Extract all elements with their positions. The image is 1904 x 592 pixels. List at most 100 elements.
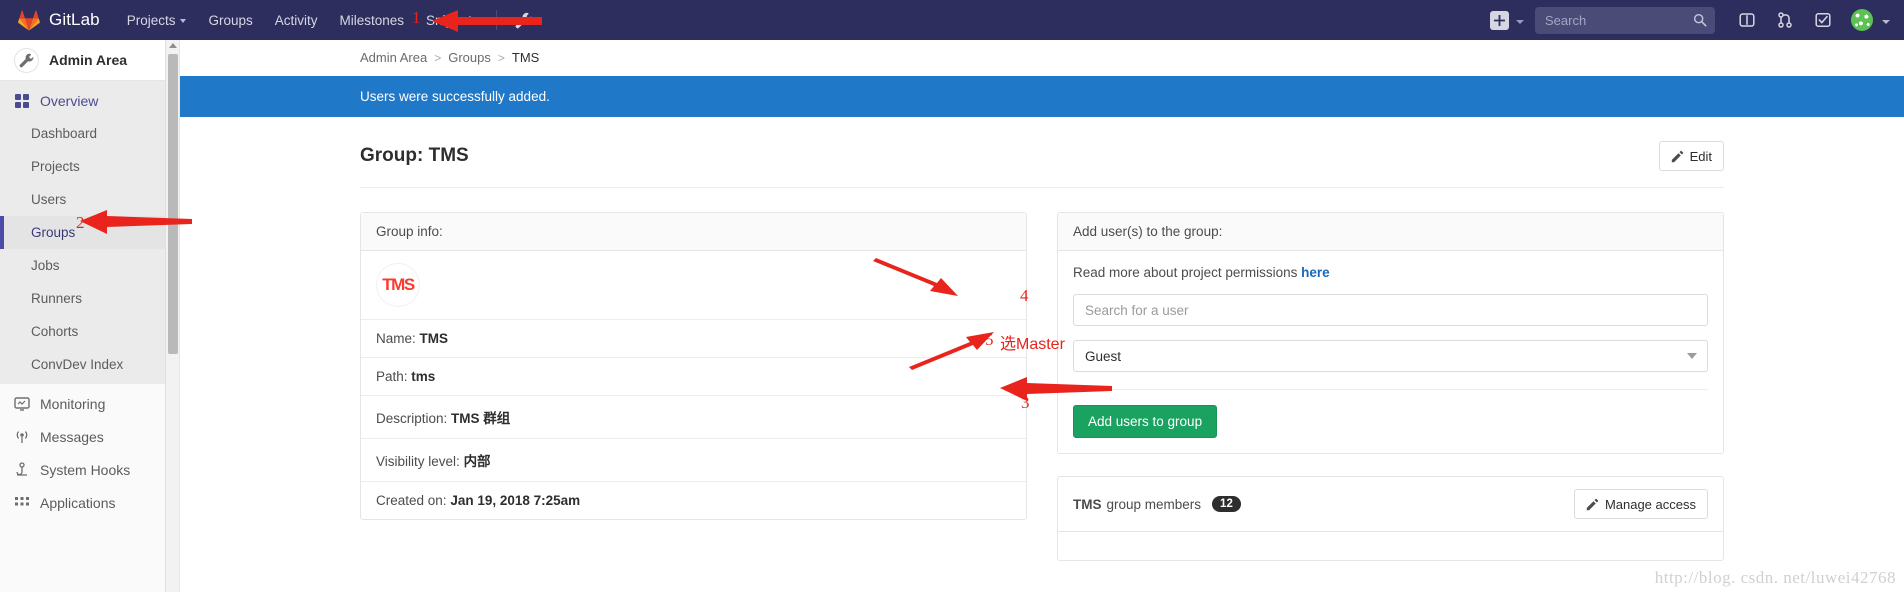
permissions-text: Read more about project permissions: [1073, 265, 1298, 280]
left-column: Group info: TMS Name: TMS Path: tms Desc…: [360, 212, 1027, 583]
breadcrumb-item-admin-area[interactable]: Admin Area: [360, 50, 427, 65]
group-info-label-visibility: Visibility level:: [376, 454, 460, 469]
sidebar-item-jobs[interactable]: Jobs: [0, 249, 179, 282]
nav-divider: [495, 10, 497, 30]
nav-link-snippets[interactable]: Snippets: [415, 0, 490, 40]
nav-link-projects-label: Projects: [126, 12, 176, 28]
merge-requests-icon[interactable]: [1776, 11, 1794, 29]
user-menu-chevron-down-icon[interactable]: [1882, 19, 1890, 24]
user-search-input[interactable]: [1073, 294, 1708, 326]
group-info-row-created: Created on: Jan 19, 2018 7:25am: [361, 482, 1026, 519]
form-divider: [1073, 389, 1708, 390]
group-info-label-name: Name:: [376, 331, 416, 346]
sidebar-lower-group: Monitoring Messages System Hooks Applica…: [0, 384, 179, 519]
annotation-number-3: 3: [1021, 393, 1030, 412]
breadcrumb-separator: >: [434, 50, 442, 65]
sidebar-item-projects[interactable]: Projects: [0, 150, 179, 183]
group-members-count-badge: 12: [1212, 496, 1241, 512]
sidebar-item-groups[interactable]: Groups: [0, 216, 179, 249]
right-column: Add user(s) to the group: Read more abou…: [1057, 212, 1724, 583]
add-users-to-group-button[interactable]: Add users to group: [1073, 405, 1218, 438]
group-members-group-name: TMS: [1073, 496, 1102, 512]
page-title: Group: TMS: [360, 145, 469, 166]
user-avatar[interactable]: [1851, 9, 1873, 31]
group-members-list: [1058, 532, 1723, 560]
group-info-panel: Group info: TMS Name: TMS Path: tms Desc…: [360, 212, 1027, 520]
pencil-icon: [1586, 498, 1599, 510]
brand-text: GitLab: [49, 10, 100, 29]
sidebar-item-messages[interactable]: Messages: [0, 420, 179, 453]
nav-links: Projects Groups Activity Milestones Snip…: [116, 0, 538, 40]
group-info-value-description: TMS 群组: [451, 411, 511, 426]
new-item-button[interactable]: [1490, 10, 1509, 30]
new-item-chevron-down-icon[interactable]: [1516, 19, 1524, 24]
group-info-value-created: Jan 19, 2018 7:25am: [450, 493, 581, 508]
sidebar-item-monitoring[interactable]: Monitoring: [0, 387, 179, 420]
annotation-number-4: 4: [1020, 286, 1029, 305]
sidebar-item-applications-label: Applications: [40, 494, 116, 511]
issues-icon[interactable]: [1738, 11, 1756, 29]
group-avatar-row: TMS: [361, 251, 1026, 320]
group-info-row-name: Name: TMS: [361, 320, 1026, 358]
permissions-link[interactable]: here: [1301, 265, 1330, 280]
search-container: [1535, 6, 1715, 34]
group-avatar: TMS: [376, 263, 420, 307]
sidebar-item-runners[interactable]: Runners: [0, 282, 179, 315]
navbar-right: [1490, 0, 1904, 40]
content-columns: Group info: TMS Name: TMS Path: tms Desc…: [180, 188, 1904, 583]
add-users-body: Read more about project permissions here…: [1058, 251, 1723, 453]
sidebar-item-messages-label: Messages: [40, 428, 104, 445]
access-level-select[interactable]: Guest Reporter Developer Master Owner: [1073, 340, 1708, 372]
gitlab-logo[interactable]: GitLab: [0, 9, 116, 31]
annotation-text-master: 选Master: [1000, 336, 1065, 353]
nav-link-milestones[interactable]: Milestones: [329, 0, 416, 40]
gitlab-fox-icon: [18, 9, 40, 31]
success-alert: Users were successfully added.: [180, 76, 1904, 117]
nav-link-activity[interactable]: Activity: [264, 0, 329, 40]
admin-sidebar: Admin Area Overview Dashboard Projects U…: [0, 40, 180, 592]
main-content: Admin Area > Groups > TMS Users were suc…: [180, 40, 1904, 592]
group-info-row-path: Path: tms: [361, 358, 1026, 396]
sidebar-title: Admin Area: [49, 52, 128, 68]
sidebar-item-dashboard[interactable]: Dashboard: [0, 117, 179, 150]
breadcrumb: Admin Area > Groups > TMS: [180, 40, 1904, 76]
admin-area-button[interactable]: [509, 0, 538, 40]
add-users-panel-title: Add user(s) to the group:: [1058, 213, 1723, 251]
group-members-panel: TMS group members 12 Manage access: [1057, 476, 1724, 561]
success-alert-message: Users were successfully added.: [360, 89, 550, 104]
todos-icon[interactable]: [1814, 11, 1832, 29]
nav-link-groups[interactable]: Groups: [197, 0, 263, 40]
nav-link-projects[interactable]: Projects: [116, 0, 198, 40]
annotation-number-1: 1: [412, 8, 421, 27]
sidebar-item-users[interactable]: Users: [0, 183, 179, 216]
sidebar-item-applications[interactable]: Applications: [0, 486, 179, 519]
scroll-up-arrow-icon[interactable]: [169, 43, 177, 48]
chevron-down-icon: [180, 19, 187, 23]
page-header: Group: TMS Edit: [180, 117, 1904, 187]
group-info-value-name: TMS: [419, 331, 449, 346]
sidebar-item-overview[interactable]: Overview: [0, 84, 179, 117]
breadcrumb-item-current: TMS: [511, 50, 540, 65]
sidebar-overview-group: Overview Dashboard Projects Users Groups…: [0, 81, 179, 384]
sidebar-item-cohorts[interactable]: Cohorts: [0, 315, 179, 348]
edit-button[interactable]: Edit: [1658, 141, 1724, 171]
group-info-value-path: tms: [411, 369, 436, 384]
sidebar-avatar: [14, 47, 39, 73]
sidebar-item-overview-label: Overview: [40, 92, 99, 109]
grid-icon: [15, 93, 29, 108]
wrench-icon: [19, 53, 34, 67]
manage-access-button-label: Manage access: [1604, 496, 1696, 512]
breadcrumb-item-groups[interactable]: Groups: [448, 50, 491, 65]
breadcrumb-separator: >: [497, 50, 505, 65]
broadcast-icon: [16, 430, 28, 443]
scrollbar-thumb[interactable]: [168, 54, 178, 354]
search-input[interactable]: [1535, 6, 1715, 34]
group-members-label: group members: [1106, 496, 1202, 512]
manage-access-button[interactable]: Manage access: [1573, 489, 1708, 519]
sidebar-item-system-hooks[interactable]: System Hooks: [0, 453, 179, 486]
sidebar-item-convdev-index[interactable]: ConvDev Index: [0, 348, 179, 381]
group-info-label-description: Description:: [376, 411, 448, 426]
hook-icon: [16, 461, 27, 476]
wrench-icon: [515, 12, 531, 28]
sidebar-scrollbar[interactable]: [165, 40, 179, 592]
